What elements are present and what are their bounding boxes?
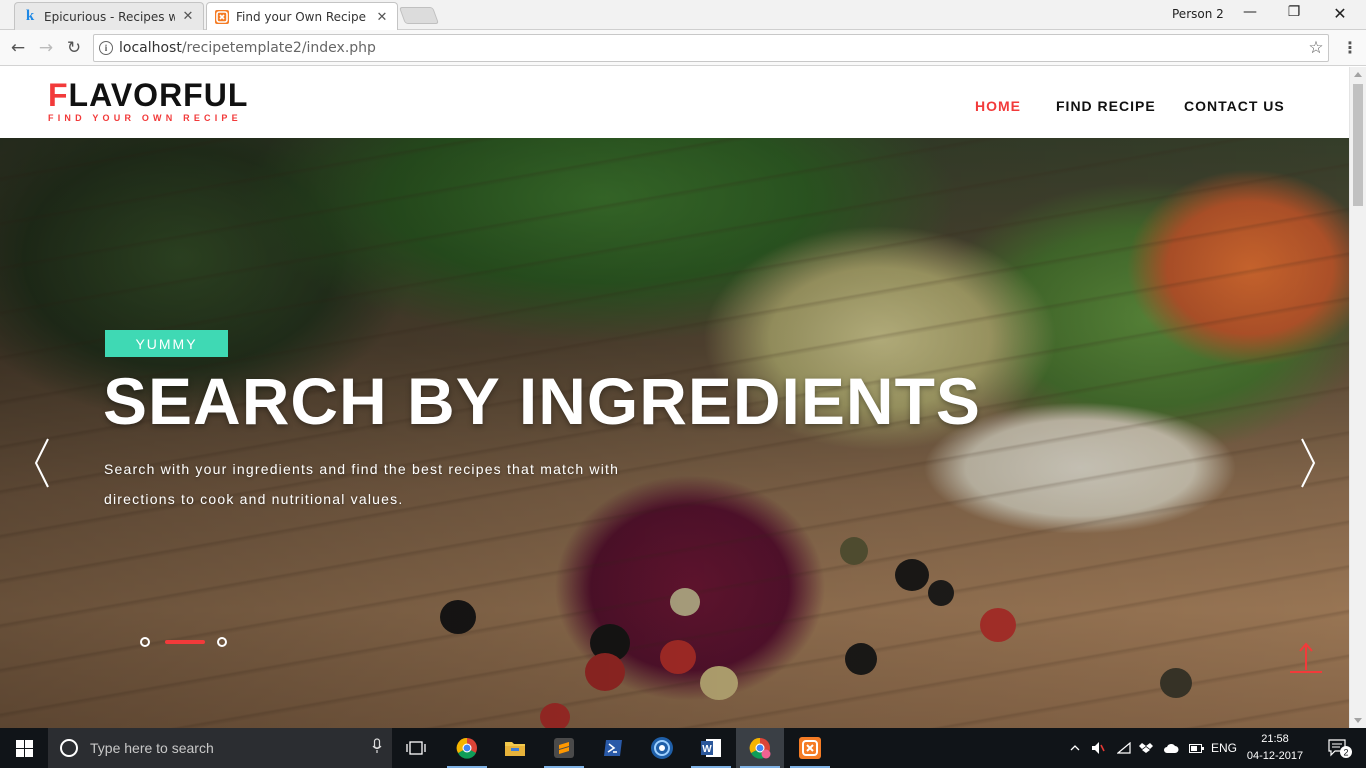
close-tab-icon[interactable]: ✕ (181, 9, 195, 24)
chrome-taskbar-icon[interactable] (443, 728, 491, 768)
epicurious-favicon-icon: k (25, 8, 35, 24)
xampp-favicon-icon (215, 10, 229, 24)
onedrive-cloud-icon[interactable] (1160, 728, 1182, 768)
page-scrollbar[interactable] (1349, 67, 1366, 728)
word-icon[interactable]: W (687, 728, 735, 768)
hero-description: Search with your ingredients and find th… (104, 461, 620, 507)
volume-muted-icon[interactable] (1088, 728, 1108, 768)
browser-menu-icon[interactable]: ⋮ (1340, 37, 1360, 59)
site-info-icon[interactable]: i (99, 41, 113, 55)
windows-taskbar: Type here to search W ENG 21:58 04-12-20… (0, 728, 1366, 768)
slider-prev-arrow-icon[interactable] (30, 435, 54, 491)
xampp-control-icon[interactable] (786, 728, 834, 768)
hero-slider: YUMMY SEARCH BY INGREDIENTS Search with … (0, 138, 1349, 728)
taskbar-search-box[interactable]: Type here to search (48, 728, 392, 768)
slider-pagination (140, 636, 227, 648)
maximize-icon[interactable]: ❐ (1272, 4, 1316, 24)
microphone-icon[interactable] (362, 738, 392, 758)
minimize-icon[interactable]: — (1228, 4, 1272, 24)
profile-button[interactable]: Person 2 (1172, 7, 1224, 21)
slider-dot[interactable] (140, 637, 150, 647)
tab-title: Epicurious - Recipes with (44, 9, 175, 24)
nav-home[interactable]: HOME (975, 98, 1021, 114)
powershell-icon[interactable] (589, 728, 637, 768)
page-viewport: FLAVORFUL FIND YOUR OWN RECIPE HOME FIND… (0, 67, 1349, 728)
new-tab-button[interactable] (398, 7, 440, 24)
tab-epicurious[interactable]: k Epicurious - Recipes with ✕ (14, 2, 204, 30)
slider-dot[interactable] (217, 637, 227, 647)
address-bar[interactable]: i localhost/recipetemplate2/index.php ☆ (93, 34, 1329, 62)
battery-icon[interactable] (1186, 728, 1206, 768)
back-arrow-icon[interactable]: ← (7, 37, 29, 59)
sublime-text-icon[interactable] (540, 728, 588, 768)
close-window-icon[interactable]: ✕ (1318, 4, 1362, 24)
forward-arrow-icon[interactable]: → (35, 37, 57, 59)
network-app-icon[interactable] (638, 728, 686, 768)
nav-contact-us[interactable]: CONTACT US (1184, 98, 1285, 114)
show-hidden-icons-chevron-icon[interactable] (1066, 728, 1084, 768)
scroll-to-top-arrow-icon[interactable] (1290, 640, 1322, 674)
scroll-down-icon[interactable] (1354, 718, 1362, 723)
browser-toolbar: ← → ↻ i localhost/recipetemplate2/index.… (0, 30, 1366, 66)
tab-find-recipe[interactable]: Find your Own Recipe ✕ (206, 2, 398, 31)
dropbox-icon[interactable] (1136, 728, 1156, 768)
hero-badge: YUMMY (105, 330, 228, 357)
slider-dot-active[interactable] (165, 640, 205, 644)
site-header: FLAVORFUL FIND YOUR OWN RECIPE HOME FIND… (0, 67, 1349, 138)
svg-text:W: W (702, 744, 712, 755)
slider-next-arrow-icon[interactable] (1296, 435, 1320, 491)
chrome-profile-taskbar-icon[interactable] (736, 728, 784, 768)
nav-find-recipe[interactable]: FIND RECIPE (1056, 98, 1156, 114)
svg-text:2: 2 (1343, 748, 1348, 758)
file-explorer-icon[interactable] (491, 728, 539, 768)
taskbar-search-placeholder: Type here to search (90, 740, 214, 756)
scrollbar-thumb[interactable] (1353, 84, 1363, 206)
tab-title: Find your Own Recipe (236, 10, 366, 24)
input-language[interactable]: ENG (1208, 728, 1240, 768)
reload-icon[interactable]: ↻ (63, 37, 85, 59)
bookmark-star-icon[interactable]: ☆ (1304, 38, 1328, 58)
windows-start-icon[interactable] (0, 728, 48, 768)
url-text[interactable]: localhost/recipetemplate2/index.php (119, 40, 1304, 56)
clock-time: 21:58 (1261, 733, 1289, 745)
task-view-icon[interactable] (392, 728, 440, 768)
taskbar-clock[interactable]: 21:58 04-12-2017 (1240, 731, 1310, 765)
close-tab-icon[interactable]: ✕ (375, 10, 389, 25)
cortana-icon (60, 739, 78, 757)
site-logo[interactable]: FLAVORFUL FIND YOUR OWN RECIPE (48, 77, 248, 123)
scroll-up-icon[interactable] (1354, 72, 1362, 77)
wifi-icon[interactable] (1114, 728, 1134, 768)
action-center-icon[interactable]: 2 (1318, 728, 1362, 768)
clock-date: 04-12-2017 (1246, 750, 1304, 762)
hero-headline: SEARCH BY INGREDIENTS (103, 364, 981, 438)
logo-tagline: FIND YOUR OWN RECIPE (48, 113, 242, 123)
browser-tab-strip: k Epicurious - Recipes with ✕ Find your … (0, 0, 1366, 31)
